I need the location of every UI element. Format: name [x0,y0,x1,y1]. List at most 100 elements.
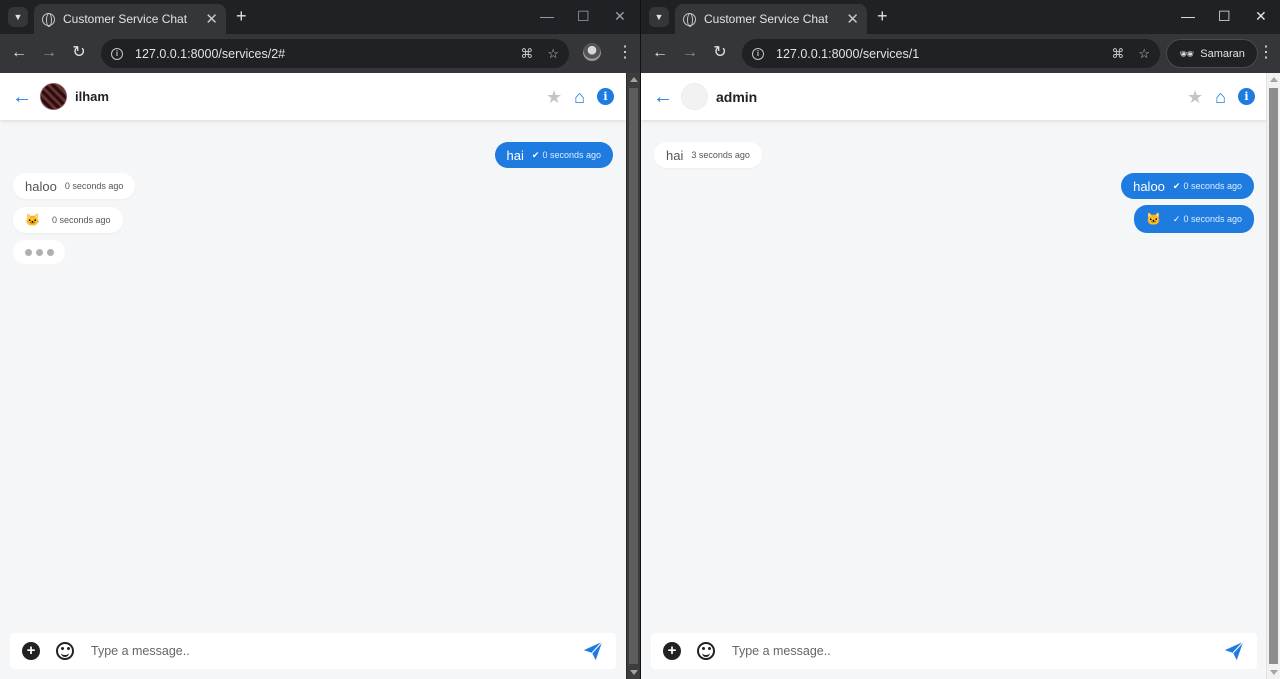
info-icon[interactable]: i [1238,88,1255,105]
browser-menu-icon[interactable]: ⋮ [1258,43,1274,63]
maximize-icon[interactable]: ☐ [577,9,590,23]
smile-icon[interactable] [56,642,74,660]
chat-page: ← admin ★ ⌂ i hai 3 seconds ago haloo ✔ … [641,73,1267,679]
arrow-left-icon[interactable]: ← [12,87,32,107]
address-bar[interactable]: i 127.0.0.1:8000/services/2# ⌘ ☆ [101,39,569,68]
message-text: haloo [25,178,57,194]
tab-search-button[interactable]: ▼ [649,7,669,27]
avatar [40,83,67,110]
new-tab-icon[interactable]: + [236,7,247,25]
translate-icon[interactable]: ⌘ [520,46,533,62]
url-text: 127.0.0.1:8000/services/1 [776,46,920,61]
url-text: 127.0.0.1:8000/services/2# [135,46,286,61]
chevron-down-icon: ▼ [13,12,23,22]
message-timestamp: 0 seconds ago [1183,181,1242,191]
browser-window-right: ▼ Customer Service Chat ✕ + — ☐ ✕ ← → ↻ … [640,0,1280,679]
message-bubble-incoming: haloo 0 seconds ago [13,173,136,199]
message-bubble-incoming: 🐱 0 seconds ago [13,207,123,233]
typing-dot [24,248,32,256]
message-composer: + [10,633,616,669]
typing-indicator [13,240,65,264]
tab-search-button[interactable]: ▼ [8,7,28,27]
maximize-icon[interactable]: ☐ [1218,9,1231,23]
message-timestamp: 0 seconds ago [51,215,111,225]
minimize-icon[interactable]: — [1181,9,1195,23]
address-bar[interactable]: i 127.0.0.1:8000/services/1 ⌘ ☆ [742,39,1160,68]
tab-title: Customer Service Chat [704,12,829,26]
message-text: hai [666,147,684,163]
scroll-thumb[interactable] [629,88,638,664]
close-tab-icon[interactable]: ✕ [205,12,218,27]
forward-nav-icon[interactable]: → [680,43,700,63]
globe-icon [683,12,696,27]
home-icon[interactable]: ⌂ [1215,87,1226,107]
scroll-up-icon[interactable] [1270,77,1278,82]
page-scrollbar[interactable] [626,73,640,679]
message-input[interactable] [91,644,582,658]
reload-icon[interactable]: ↻ [69,43,89,63]
message-input[interactable] [732,644,1223,658]
new-tab-icon[interactable]: + [877,7,888,25]
paper-plane-icon[interactable] [1223,640,1245,662]
scroll-up-icon[interactable] [630,77,638,82]
forward-nav-icon[interactable]: → [39,43,59,63]
message-list: hai 3 seconds ago haloo ✔ 0 seconds ago … [641,120,1267,632]
cat-emoji: 🐱 [1145,212,1161,226]
back-nav-icon[interactable]: ← [9,43,29,63]
paper-plane-icon[interactable] [582,640,604,662]
back-nav-icon[interactable]: ← [650,43,670,63]
chat-header: ← admin ★ ⌂ i [641,73,1267,120]
message-bubble-outgoing: haloo ✔ 0 seconds ago [1121,173,1254,199]
incognito-icon: 🕶 [1179,46,1195,61]
contact-name: admin [716,88,758,105]
profile-button[interactable]: 🕶 Samaran [1166,39,1258,68]
double-check-icon: ✔ [1172,180,1181,191]
translate-icon[interactable]: ⌘ [1111,46,1124,62]
message-text: haloo [1133,178,1165,194]
browser-tab[interactable]: Customer Service Chat ✕ [34,4,226,34]
message-list: hai ✔ 0 seconds ago haloo 0 seconds ago … [0,120,626,632]
cat-emoji: 🐱 [25,213,40,227]
globe-icon [42,12,55,27]
browser-tab[interactable]: Customer Service Chat ✕ [675,4,867,34]
reload-icon[interactable]: ↻ [710,43,730,63]
site-info-icon[interactable]: i [752,47,764,60]
info-icon[interactable]: i [597,88,614,105]
star-icon[interactable]: ★ [1187,87,1203,107]
message-composer: + [651,633,1257,669]
message-bubble-incoming: hai 3 seconds ago [654,142,762,168]
profile-avatar-icon[interactable] [583,43,601,61]
close-tab-icon[interactable]: ✕ [846,12,859,27]
message-timestamp: 0 seconds ago [542,150,601,160]
message-timestamp: 3 seconds ago [691,150,750,160]
bookmark-star-icon[interactable]: ☆ [1138,46,1150,62]
avatar [681,83,708,110]
plus-circle-icon[interactable]: + [663,642,681,660]
double-check-icon: ✔ [531,149,540,160]
home-icon[interactable]: ⌂ [574,87,585,107]
star-icon[interactable]: ★ [546,87,562,107]
scroll-thumb[interactable] [1269,88,1278,664]
browser-toolbar: ← → ↻ i 127.0.0.1:8000/services/2# ⌘ ☆ ⋮ [0,34,640,73]
typing-dot [35,248,43,256]
scroll-down-icon[interactable] [1270,670,1278,675]
close-window-icon[interactable]: ✕ [1255,9,1267,23]
tab-strip: ▼ Customer Service Chat ✕ + — ☐ ✕ [641,0,1280,34]
contact-name: ilham [75,89,109,104]
close-window-icon[interactable]: ✕ [614,9,626,23]
bookmark-star-icon[interactable]: ☆ [547,46,559,62]
plus-circle-icon[interactable]: + [22,642,40,660]
message-timestamp: 0 seconds ago [64,181,124,191]
smile-icon[interactable] [697,642,715,660]
arrow-left-icon[interactable]: ← [653,87,673,107]
site-info-icon[interactable]: i [111,47,123,60]
chat-page: ← ilham ★ ⌂ i hai ✔ 0 seconds ago haloo … [0,73,626,679]
browser-menu-icon[interactable]: ⋮ [617,43,633,63]
chevron-down-icon: ▼ [654,12,664,22]
scroll-down-icon[interactable] [630,670,638,675]
minimize-icon[interactable]: — [540,9,554,23]
message-bubble-outgoing: 🐱 ✓ 0 seconds ago [1133,205,1254,233]
page-scrollbar[interactable] [1266,73,1280,679]
browser-toolbar: ← → ↻ i 127.0.0.1:8000/services/1 ⌘ ☆ 🕶 … [641,34,1280,73]
browser-window-left: ▼ Customer Service Chat ✕ + — ☐ ✕ ← → ↻ … [0,0,640,679]
